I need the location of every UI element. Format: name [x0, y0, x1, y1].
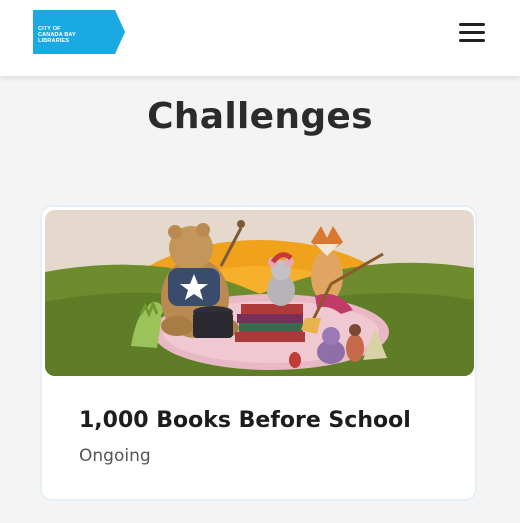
- top-bar: CITY OF CANADA BAY LIBRARIES: [0, 0, 520, 76]
- library-logo[interactable]: CITY OF CANADA BAY LIBRARIES: [33, 10, 125, 54]
- challenge-card[interactable]: 1,000 Books Before School Ongoing: [40, 205, 477, 501]
- challenge-status: Ongoing: [79, 446, 151, 466]
- logo-text: CITY OF CANADA BAY LIBRARIES: [38, 26, 76, 45]
- page-title: Challenges: [147, 96, 373, 137]
- logo-line-3: LIBRARIES: [38, 38, 70, 45]
- challenge-title[interactable]: 1,000 Books Before School: [79, 408, 411, 433]
- challenge-illustration: [45, 210, 474, 376]
- hamburger-menu-icon[interactable]: [456, 20, 488, 46]
